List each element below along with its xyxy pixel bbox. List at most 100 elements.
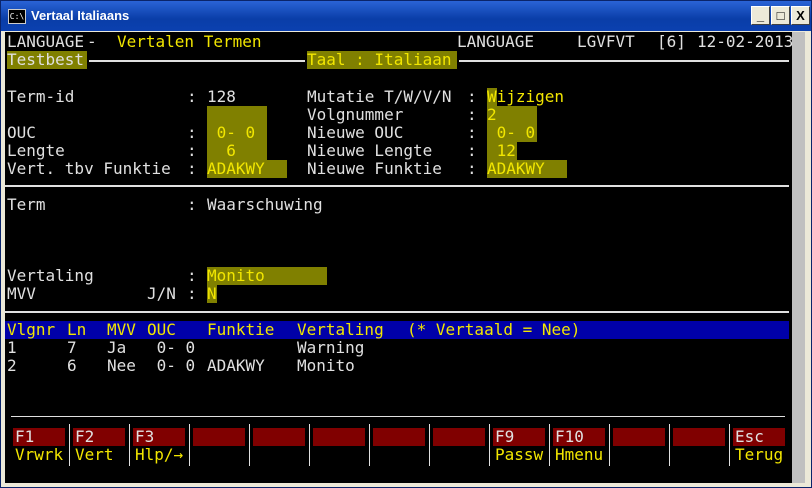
termid-value: 128 [207, 87, 236, 106]
fkey-key: F2 [75, 427, 95, 446]
term-value: Waarschuwing [207, 195, 323, 214]
fkey-separator [129, 424, 130, 466]
col-ouc: OUC [147, 320, 176, 339]
lengte-field[interactable]: 6 [207, 142, 236, 160]
vertaling-label: Vertaling [7, 266, 94, 285]
fkey-blank-button[interactable] [313, 428, 365, 446]
col-vlgnr: Vlgnr [7, 320, 56, 339]
fkey-label: Hlp/→ [135, 445, 184, 464]
fkey-label: Vrwrk [15, 445, 64, 464]
vertical-scrollbar[interactable] [792, 32, 805, 483]
fkey-separator [489, 424, 490, 466]
nieuwe-lengte-label: Nieuwe Lengte [307, 141, 433, 160]
fkey-label: Terug [735, 445, 784, 464]
divider [459, 60, 789, 62]
col-ln: Ln [67, 320, 87, 339]
table-row-vlgnr[interactable]: 2 [7, 357, 17, 375]
program-id: LGVFVT [577, 32, 635, 51]
colon: : [467, 141, 477, 160]
table-row-ln: 6 [67, 356, 77, 375]
colon: : [187, 284, 197, 303]
volgnummer-label: Volgnummer [307, 105, 404, 124]
colon: : [467, 159, 477, 178]
header-dash: - [87, 32, 97, 51]
fkey-separator [249, 424, 250, 466]
fkey-blank-button[interactable] [613, 428, 665, 446]
mutatie-label: Mutatie T/W/V/N [307, 87, 452, 106]
fkey-separator [729, 424, 730, 466]
vertaling-field[interactable]: Monito [207, 267, 265, 285]
vert-funktie-field[interactable]: ADAKWY [207, 160, 265, 178]
termid-label: Term-id [7, 87, 75, 106]
fkey-separator [549, 424, 550, 466]
fkey-blank-button[interactable] [433, 428, 485, 446]
colon: : [187, 159, 197, 178]
fkey-blank-button[interactable] [673, 428, 725, 446]
divider [5, 185, 789, 187]
table-row-ouc: 0- 0 [147, 356, 196, 375]
mutatie-field[interactable]: Wijzigen [487, 88, 564, 106]
col-note: (* Vertaald = Nee) [407, 320, 581, 339]
colon: : [187, 123, 197, 142]
fkey-separator [669, 424, 670, 466]
colon: : [187, 141, 197, 160]
table-row-mvv: Ja [107, 338, 127, 357]
table-row-vlgnr[interactable]: 1 [7, 339, 17, 357]
console-window: C:\ Vertaal Italiaans _ □ X LANGUAGE - V… [0, 0, 812, 488]
colon: : [187, 266, 197, 285]
nieuwe-funktie-field[interactable]: ADAKWY [487, 160, 545, 178]
fkey-key: F9 [495, 427, 515, 446]
title-bar[interactable]: C:\ Vertaal Italiaans _ □ X [1, 1, 811, 31]
col-mvv: MVV [107, 320, 136, 339]
ouc-field[interactable]: 0- 0 [207, 124, 256, 142]
environment-label: Testbest [7, 50, 85, 69]
col-funktie: Funktie [207, 320, 275, 339]
colon: : [187, 195, 197, 214]
session-id: [6] [657, 32, 686, 51]
col-vertaling: Vertaling [297, 320, 384, 339]
colon: : [467, 123, 477, 142]
table-row-vertaling: Monito [297, 356, 355, 375]
term-label: Term [7, 195, 46, 214]
colon: : [187, 87, 197, 106]
nieuwe-ouc-field[interactable]: 0- 0 [487, 124, 536, 142]
fkey-key: Esc [735, 427, 764, 446]
date-label: 12-02-2013 [697, 32, 794, 51]
table-row-ouc: 0- 0 [147, 338, 196, 357]
table-row-mvv: Nee [107, 356, 136, 375]
fkey-label: Passw [495, 445, 544, 464]
nieuwe-ouc-label: Nieuwe OUC [307, 123, 404, 142]
mvv-field[interactable]: N [207, 285, 217, 303]
language-label: Taal : Italiaan [307, 50, 452, 69]
fkey-separator [609, 424, 610, 466]
volgnummer-field[interactable]: 2 [487, 106, 497, 124]
table-row-ln: 7 [67, 338, 77, 357]
close-button[interactable]: X [791, 6, 810, 25]
colon: : [467, 87, 477, 106]
console-icon[interactable]: C:\ [8, 9, 26, 24]
minimize-button[interactable]: _ [751, 6, 770, 25]
fkey-divider [11, 416, 785, 417]
fkey-blank-button[interactable] [193, 428, 245, 446]
nieuwe-lengte-field[interactable]: 12 [487, 142, 516, 160]
maximize-button[interactable]: □ [771, 6, 790, 25]
colon: : [467, 105, 477, 124]
fkey-label: Vert [75, 445, 114, 464]
divider [89, 60, 305, 62]
fkey-separator [369, 424, 370, 466]
screen-title: Vertalen Termen [117, 32, 262, 51]
fkey-blank-button[interactable] [253, 428, 305, 446]
mvv-label: MVV [7, 284, 36, 303]
divider [5, 311, 789, 313]
fkey-blank-button[interactable] [373, 428, 425, 446]
console-screen[interactable]: LANGUAGE - Vertalen Termen LANGUAGE LGVF… [5, 32, 805, 483]
fkey-key: F3 [135, 427, 155, 446]
app-name-right: LANGUAGE [457, 32, 535, 51]
fkey-separator [429, 424, 430, 466]
ouc-label: OUC [7, 123, 36, 142]
fkey-separator [69, 424, 70, 466]
jn-label: J/N [147, 284, 176, 303]
nieuwe-funktie-label: Nieuwe Funktie [307, 159, 442, 178]
table-row-vertaling: Warning [297, 338, 365, 357]
fkey-key: F1 [15, 427, 35, 446]
